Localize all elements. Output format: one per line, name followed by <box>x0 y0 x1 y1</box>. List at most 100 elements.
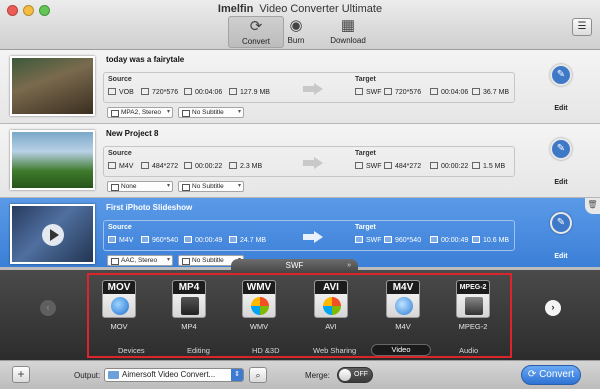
audio-track-select[interactable]: None ▾ <box>107 181 173 192</box>
list-icon: ☰ <box>577 21 587 32</box>
chevron-down-icon: ▾ <box>166 109 170 115</box>
category-audio[interactable]: Audio <box>459 346 478 355</box>
convert-arrow-icon <box>303 157 323 169</box>
target-format: SWF <box>355 88 382 96</box>
edit-button[interactable]: ✎ <box>550 64 572 86</box>
scroll-right-button[interactable]: › <box>545 300 561 316</box>
burn-icon: ◉ <box>289 17 303 34</box>
resolution-icon <box>141 236 149 243</box>
resolution-icon <box>141 162 149 169</box>
open-folder-button[interactable]: ⌕ <box>249 367 267 383</box>
subtitle-select[interactable]: No Subtitle▾ <box>178 181 244 192</box>
target-size: 1.5 MB <box>472 162 505 170</box>
edit-icon: ✎ <box>556 143 566 154</box>
resolution-icon <box>384 88 392 95</box>
file-size-icon <box>472 236 480 243</box>
source-duration: 00:00:49 <box>184 236 222 244</box>
file-size-icon <box>229 162 237 169</box>
file-size-icon <box>472 88 480 95</box>
clock-icon <box>184 88 192 95</box>
category-web-sharing[interactable]: Web Sharing <box>313 346 356 355</box>
target-size: 36.7 MB <box>472 88 509 96</box>
chevron-down-icon: ▾ <box>166 257 170 263</box>
source-label: Source <box>108 224 132 231</box>
format-option-wmv[interactable]: WMV WMV <box>241 280 277 331</box>
task-schedule-button[interactable]: ☰ <box>572 18 592 36</box>
scroll-left-button[interactable]: ‹ <box>40 300 56 316</box>
chevron-right-icon: › <box>551 302 555 312</box>
format-icon <box>108 236 116 243</box>
category-hd-3d[interactable]: HD &3D <box>252 346 280 355</box>
toggle-knob <box>339 369 351 381</box>
convert-icon: ⟳ <box>527 369 537 380</box>
tab-burn[interactable]: ◉ Burn <box>268 16 324 48</box>
chevron-left-icon: ‹ <box>46 302 50 312</box>
delete-button[interactable]: 🗑 <box>585 198 600 214</box>
clock-icon <box>184 236 192 243</box>
resolution-icon <box>384 236 392 243</box>
output-format-tab[interactable]: SWF » <box>231 259 358 273</box>
format-option-mp4[interactable]: MP4 MP4 <box>171 280 207 331</box>
target-duration: 00:04:06 <box>430 88 468 96</box>
audio-track-select[interactable]: AAC, Stereo ▾ <box>107 255 173 266</box>
clock-icon <box>430 88 438 95</box>
category-devices[interactable]: Devices <box>118 346 145 355</box>
source-duration: 00:00:22 <box>184 162 222 170</box>
folder-icon <box>108 371 119 379</box>
toolbar: Imelfin Video Converter Ultimate ⟳ Conver… <box>0 0 600 50</box>
window-title: Imelfin Video Converter Ultimate <box>0 3 600 15</box>
avi-icon: AVI <box>314 280 348 318</box>
edit-button[interactable]: ✎ <box>550 212 572 234</box>
source-duration: 00:04:06 <box>184 88 222 96</box>
format-option-mpeg2[interactable]: MPEG-2 MPEG-2 <box>455 280 491 331</box>
clock-icon <box>430 162 438 169</box>
clock-icon <box>184 162 192 169</box>
brand-name: Imelfin <box>217 3 254 15</box>
mpeg2-icon: MPEG-2 <box>456 280 490 318</box>
item-title: New Project 8 <box>106 129 159 138</box>
edit-label: Edit <box>554 253 568 260</box>
app-name: Video Converter Ultimate <box>259 3 383 15</box>
video-thumbnail[interactable] <box>10 204 95 264</box>
play-icon[interactable] <box>42 224 64 246</box>
audio-track-select[interactable]: MPA2, Stereo ▾ <box>107 107 173 118</box>
edit-label: Edit <box>554 105 568 112</box>
chevron-down-icon: ▾ <box>237 183 241 189</box>
video-thumbnail[interactable] <box>10 130 95 190</box>
video-thumbnail[interactable] <box>10 56 95 116</box>
list-item[interactable]: New Project 8 Source Target M4V 484*272 … <box>0 124 600 198</box>
format-icon <box>108 88 116 95</box>
format-option-mov[interactable]: MOV MOV <box>101 280 137 331</box>
output-folder-select[interactable]: Aimersoft Video Convert... ⇕ <box>104 368 244 382</box>
tab-download[interactable]: ▦ Download <box>320 16 376 48</box>
mp4-icon: MP4 <box>172 280 206 318</box>
convert-button[interactable]: ⟳ Convert <box>521 365 581 385</box>
list-item-selected[interactable]: First iPhoto Slideshow Source Target M4V… <box>0 198 600 268</box>
add-files-button[interactable]: + <box>12 366 30 383</box>
source-format: VOB <box>108 88 134 96</box>
target-resolution: 484*272 <box>384 162 421 170</box>
subtitle-select[interactable]: No Subtitle▾ <box>178 107 244 118</box>
file-size-icon <box>229 88 237 95</box>
output-folder-value: Aimersoft Video Convert... <box>122 370 216 379</box>
merge-label: Merge: <box>305 371 330 380</box>
format-option-m4v[interactable]: M4V M4V <box>385 280 421 331</box>
file-size-icon <box>229 236 237 243</box>
category-video[interactable]: Video <box>371 344 431 356</box>
format-name: WMV <box>249 322 269 331</box>
category-editing[interactable]: Editing <box>187 346 210 355</box>
edit-button[interactable]: ✎ <box>550 138 572 160</box>
list-item[interactable]: today was a fairytale Source Target VOB … <box>0 50 600 124</box>
source-size: 127.9 MB <box>229 88 270 96</box>
chevron-double-down-icon[interactable]: » <box>347 259 351 273</box>
clock-icon <box>430 236 438 243</box>
target-duration: 00:00:49 <box>430 236 468 244</box>
format-name: MPEG-2 <box>458 322 488 331</box>
file-size-icon <box>472 162 480 169</box>
merge-toggle[interactable]: OFF <box>337 367 373 383</box>
source-resolution: 720*576 <box>141 88 178 96</box>
format-option-avi[interactable]: AVI AVI <box>313 280 349 331</box>
magnifier-icon: ⌕ <box>255 370 261 380</box>
source-size: 2.3 MB <box>229 162 262 170</box>
convert-arrow-icon <box>303 83 323 95</box>
